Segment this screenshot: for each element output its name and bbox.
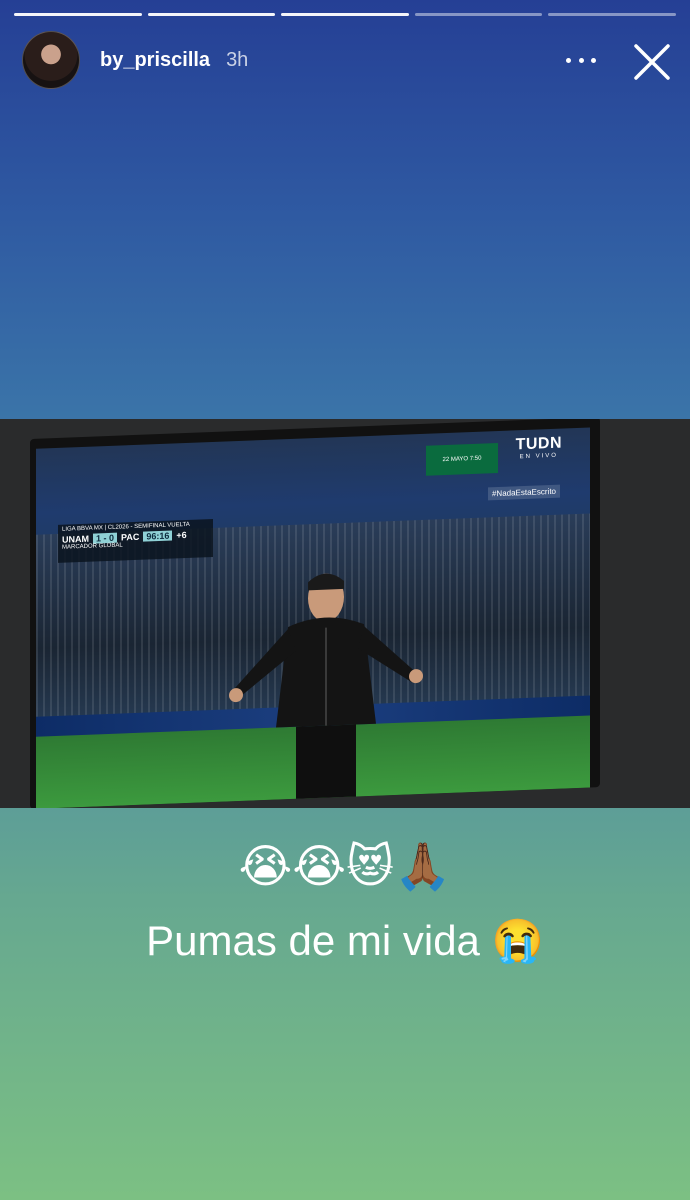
network-name: TUDN xyxy=(515,434,562,454)
promo-date: 22 MAYO xyxy=(442,456,469,464)
match-promo: 22 MAYO 7:50 xyxy=(426,443,498,476)
scorebug: LIGA BBVA MX | CL2026 - SEMIFINAL VUELTA… xyxy=(58,518,213,563)
timestamp: 3h xyxy=(226,48,249,71)
progress-segment xyxy=(414,13,543,16)
story-progress-bar xyxy=(14,13,676,17)
story-header: by_priscilla 3h xyxy=(22,31,672,89)
progress-segment xyxy=(147,13,276,16)
tv-screen: LIGA BBVA MX | CL2026 - SEMIFINAL VUELTA… xyxy=(36,427,590,808)
progress-segment xyxy=(548,13,676,16)
match-clock: 96:16 xyxy=(143,530,173,542)
added-time: +6 xyxy=(176,529,187,541)
story-caption: Pumas de mi vida 😭 xyxy=(146,917,544,964)
progress-segment xyxy=(14,13,142,16)
coach-figure xyxy=(229,573,423,808)
promo-time: 7:50 xyxy=(469,455,482,463)
television: LIGA BBVA MX | CL2026 - SEMIFINAL VUELTA… xyxy=(30,419,600,808)
network-sub: EN VIVO xyxy=(519,452,558,461)
emoji-sticker-line: 😭😭😻🙏🏾 xyxy=(238,839,452,893)
away-team: PAC xyxy=(121,531,140,543)
avatar[interactable] xyxy=(22,31,80,89)
progress-segment xyxy=(281,13,409,16)
hashtag: #NadaEstaEscrito xyxy=(487,484,560,501)
story-photo: LIGA BBVA MX | CL2026 - SEMIFINAL VUELTA… xyxy=(0,419,690,808)
network-logo: TUDN EN VIVO xyxy=(516,435,562,461)
close-icon[interactable] xyxy=(632,42,672,82)
username[interactable]: by_priscilla xyxy=(100,49,210,72)
ellipsis-icon[interactable] xyxy=(566,48,596,72)
